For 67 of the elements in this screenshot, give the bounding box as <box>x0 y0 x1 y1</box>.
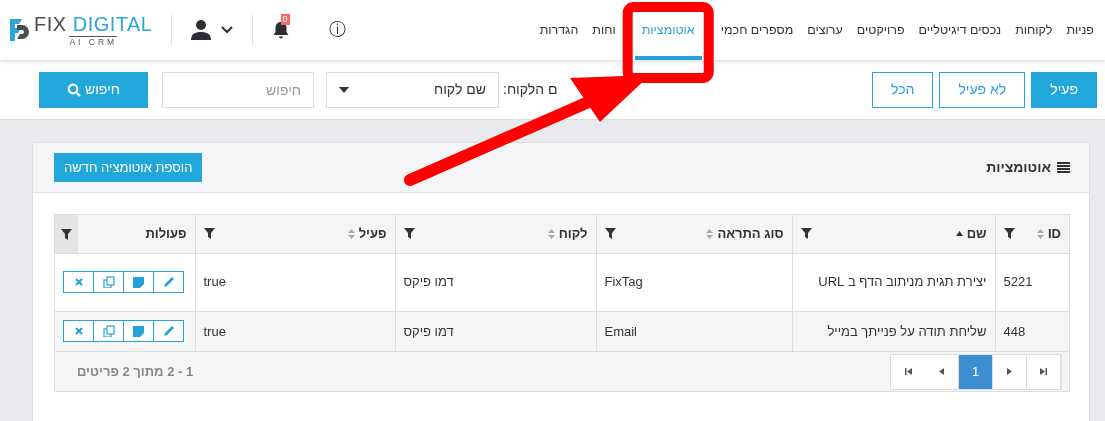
pencil-icon <box>162 325 175 338</box>
nav-tab[interactable]: מספרים חכמי <box>713 0 801 60</box>
search-icon <box>67 82 81 97</box>
filter-icon[interactable] <box>203 228 215 240</box>
logo-word: FIX <box>34 12 67 35</box>
table-cell: 5221 <box>1003 274 1033 290</box>
customer-select[interactable]: שם לקוח <box>326 71 499 108</box>
previous-page-icon <box>937 367 946 376</box>
card-title: אוטומציות <box>986 158 1051 177</box>
notification-count: 0 <box>280 13 290 25</box>
last-page-icon <box>1039 367 1048 376</box>
filter-icon[interactable] <box>403 228 415 240</box>
column-header: שם <box>966 225 987 243</box>
table-cell: FixTag <box>604 274 643 290</box>
pencil-button[interactable] <box>153 320 184 343</box>
filter-icon[interactable] <box>604 228 616 240</box>
nav-tab[interactable]: פניות <box>1059 0 1101 60</box>
copy-button[interactable] <box>93 320 124 343</box>
logo-icon <box>8 17 30 43</box>
table-cell: יצירת תגית מניתוב הדף ב URL <box>818 274 987 290</box>
logo-tagline: AI CRM <box>69 35 118 47</box>
filter-icon[interactable] <box>800 228 812 240</box>
nav-tab[interactable]: נכסים דיגיטליים <box>911 0 1009 60</box>
delete-icon <box>73 326 84 337</box>
next-page-icon <box>1005 367 1014 376</box>
column-header: פעולות <box>145 225 187 243</box>
caret-icon <box>339 86 349 93</box>
copy-icon <box>102 325 115 338</box>
logo-word: DIGITAL <box>72 12 153 35</box>
pencil-button[interactable] <box>153 271 184 293</box>
pencil-icon <box>162 276 175 288</box>
note-button[interactable] <box>123 271 154 293</box>
nav-tab[interactable]: לקוחות <box>1008 0 1060 60</box>
user-icon <box>189 19 212 41</box>
table-cell: true <box>203 274 226 290</box>
table-cell: true <box>203 323 226 339</box>
note-icon <box>133 325 144 337</box>
search-field[interactable]: חיפוש <box>162 71 314 108</box>
first-page-icon <box>903 367 913 376</box>
column-header: פעיל <box>358 225 387 243</box>
filter-label: ם הלקוח: <box>503 80 558 99</box>
table-cell: שליחת תודה על פנייתך במייל <box>827 323 987 339</box>
nav-tab[interactable]: וחות <box>585 0 623 60</box>
filter-icon[interactable] <box>61 229 72 241</box>
table-cell: 448 <box>1003 323 1026 339</box>
pager-summary: 1 - 2 מתוך 2 פריטים <box>77 362 194 381</box>
filter-icon[interactable] <box>1003 228 1015 240</box>
list-icon <box>1057 162 1070 173</box>
delete-button[interactable] <box>63 271 94 293</box>
copy-button[interactable] <box>93 271 124 293</box>
note-icon <box>133 276 144 288</box>
delete-button[interactable] <box>63 320 94 343</box>
nav-tab[interactable]: ערוצים <box>800 0 850 60</box>
chevron-icon <box>219 25 234 35</box>
note-button[interactable] <box>123 320 154 343</box>
column-header: לקוח <box>558 225 588 243</box>
copy-icon <box>102 276 115 288</box>
delete-icon <box>73 277 84 287</box>
nav-tab[interactable]: פרויקטים <box>849 0 912 60</box>
column-header: ID <box>1048 225 1061 243</box>
user-menu[interactable] <box>189 19 234 41</box>
nav-tab[interactable]: הגדרות <box>532 0 586 60</box>
column-header: סוג התראה <box>717 225 784 243</box>
table-cell: דמו פיקס <box>403 323 454 339</box>
table-cell: Email <box>604 323 637 339</box>
info-icon[interactable]: ⓘ <box>328 17 346 43</box>
table-cell: דמו פיקס <box>403 274 454 290</box>
